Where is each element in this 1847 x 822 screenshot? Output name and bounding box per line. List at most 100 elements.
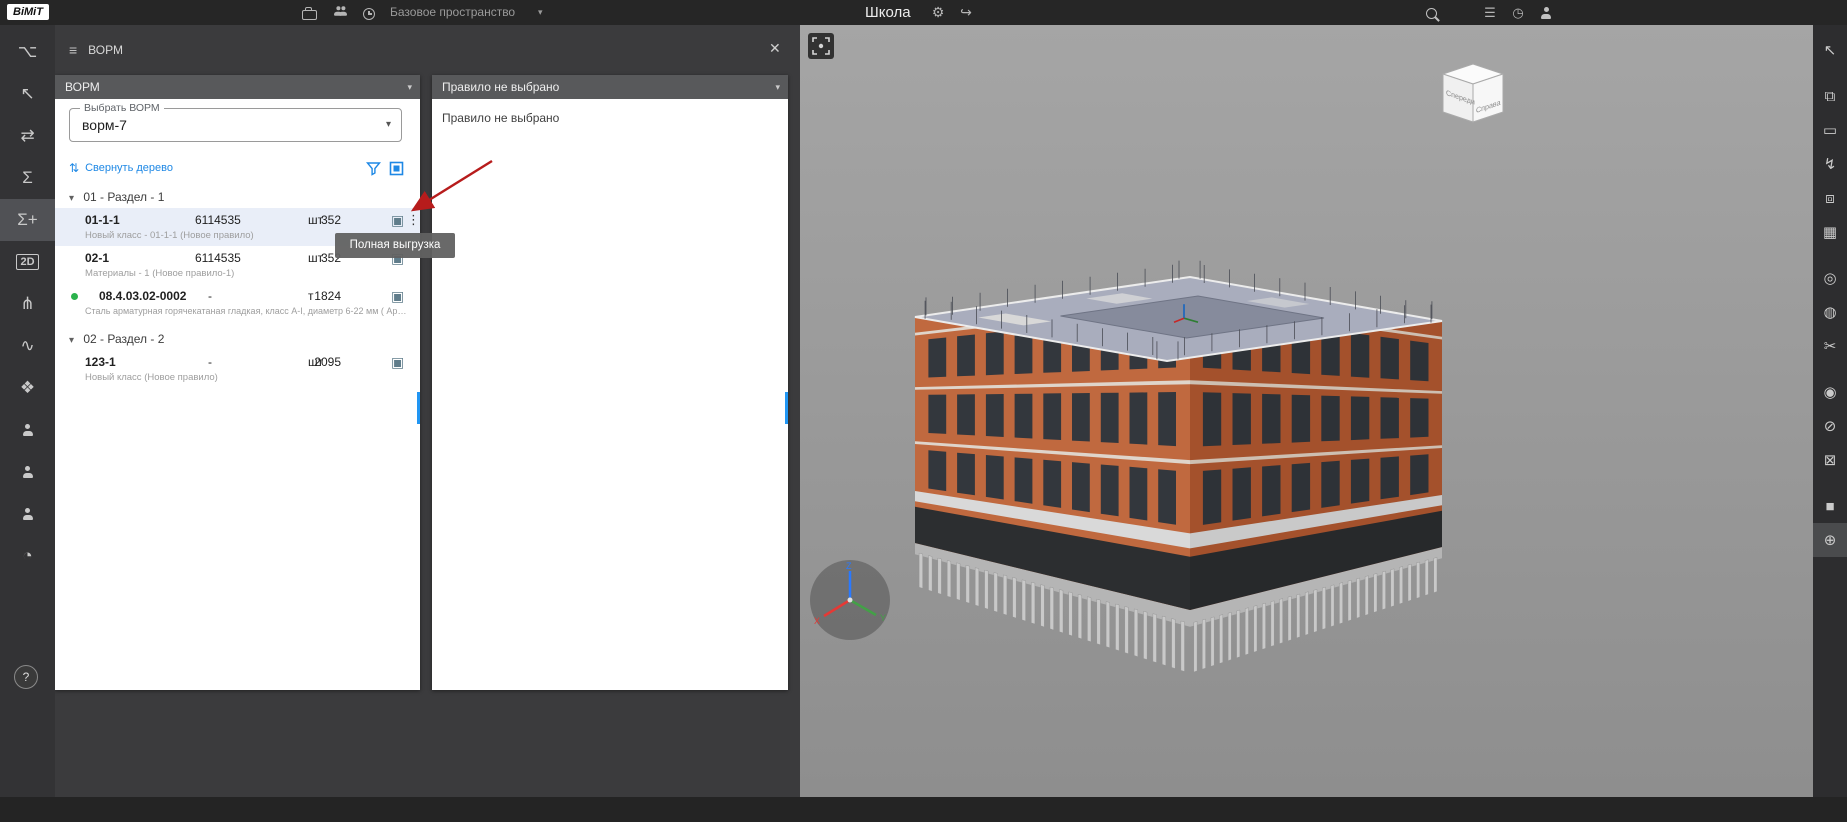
model-structure-icon: ⌥ [17, 42, 38, 61]
rule-panel-header-label: Правило не выбрано [442, 80, 560, 94]
select-all-icon[interactable] [389, 161, 404, 176]
axis-z-label: Z [846, 561, 852, 571]
tool-isolate[interactable]: ⊠ [1813, 443, 1847, 477]
takeoff-icon: Σ [22, 168, 33, 187]
tool-grids[interactable]: ▦ [1813, 215, 1847, 249]
axis-gizmo[interactable]: Z X Y [808, 558, 892, 642]
filter-icon[interactable] [366, 161, 381, 176]
group-chevron-icon: ▾ [69, 335, 75, 346]
tool-mask[interactable]: ◍ [1813, 295, 1847, 329]
workspace-selector[interactable]: Базовое пространство [390, 0, 515, 25]
orbit-icon: ⊕ [1823, 532, 1837, 549]
tool-shaded-view[interactable]: ■ [1813, 489, 1847, 523]
tool-hide[interactable]: ⊘ [1813, 409, 1847, 443]
display-modes-icon: ⧉ [1824, 87, 1836, 105]
row-code: 6114535 [195, 251, 241, 265]
takeoff-table-icon[interactable]: ▣ [391, 212, 404, 229]
worm-panel-header[interactable]: ВОРМ ▾ [55, 75, 420, 99]
user-location-icon [22, 508, 34, 520]
measure-icon: ▭ [1822, 122, 1838, 139]
tool-user-roles[interactable] [0, 451, 55, 493]
top-bar: BiMiT Базовое пространство ▾ Школа ⚙ ↪ ☰… [0, 0, 1847, 25]
tool-orbit[interactable]: ⊕ [1813, 523, 1847, 557]
tool-show[interactable]: ◉ [1813, 375, 1847, 409]
table-row[interactable]: 08.4.03.02-0002 - т 1824 ▣ Сталь арматур… [55, 284, 420, 328]
rule-panel-body: Правило не выбрано [442, 111, 560, 125]
tool-charts[interactable]: ∿ [0, 325, 55, 367]
account-icon[interactable] [1535, 0, 1557, 25]
table-row[interactable]: 123-1 - шт 2095 ▣ Новый класс (Новое пра… [55, 350, 420, 388]
row-qty: 352 [320, 213, 341, 227]
panel-chevron-icon: ▾ [407, 82, 412, 92]
panel-scroll-indicator[interactable] [417, 392, 420, 424]
help-button[interactable]: ? [14, 665, 38, 689]
group-label: 01 - Раздел - 1 [83, 190, 165, 204]
time-icon[interactable] [358, 0, 380, 25]
tree-group[interactable]: ▾ 01 - Раздел - 1 [55, 186, 420, 208]
search-icon[interactable] [1420, 0, 1442, 25]
row-code: - [208, 355, 212, 369]
worm-select[interactable]: Выбрать ВОРМ ворм-7 ▾ [69, 102, 402, 142]
collapse-tree-button[interactable]: ⇅ Свернуть дерево [69, 161, 173, 175]
hierarchy-icon: ⋔ [20, 294, 35, 313]
tool-section-box[interactable]: ⧈ [1813, 181, 1847, 215]
worm-select-value: ворм-7 [82, 117, 127, 133]
panel-chevron-icon: ▾ [775, 82, 780, 92]
row-qty: 2095 [314, 355, 341, 369]
takeoff-plus-icon: Σ+ [17, 210, 38, 229]
takeoff-table-icon[interactable]: ▣ [391, 288, 404, 305]
tool-model-structure[interactable]: ⌥ [0, 31, 55, 73]
takeoff-table-icon[interactable]: ▣ [391, 354, 404, 371]
show-icon: ◉ [1823, 384, 1837, 401]
view-cube[interactable]: Спереди Справа [1432, 55, 1514, 133]
panel-scroll-indicator[interactable] [785, 392, 788, 424]
rule-panel-header[interactable]: Правило не выбрано ▾ [432, 75, 788, 99]
tool-takeoff-plus[interactable]: Σ+ [0, 199, 55, 241]
window-title: ВОРМ [88, 43, 123, 57]
select-chevron-icon: ▾ [385, 119, 391, 130]
collapse-icon: ⇅ [69, 161, 80, 175]
projects-icon[interactable] [298, 0, 320, 25]
row-name: 02-1 [85, 251, 110, 265]
tree-group[interactable]: ▾ 02 - Раздел - 2 [55, 328, 420, 350]
axis-y-label: Y [880, 613, 886, 623]
tool-takeoff[interactable]: Σ [0, 157, 55, 199]
hide-icon: ⊘ [1823, 418, 1837, 435]
tool-plugins[interactable]: ❖ [0, 367, 55, 409]
focus-button[interactable] [808, 33, 834, 59]
tool-hierarchy[interactable]: ⋔ [0, 283, 55, 325]
tool-clash[interactable]: ↯ [1813, 147, 1847, 181]
tool-select-cursor[interactable]: ↖ [1813, 33, 1847, 67]
row-menu-icon[interactable]: ⋮ [407, 212, 420, 228]
share-icon[interactable]: ↪ [956, 0, 976, 25]
tool-links[interactable]: ⇄ [0, 115, 55, 157]
team-icon[interactable] [328, 0, 352, 25]
close-icon[interactable]: ✕ [769, 40, 781, 57]
tooltip: Полная выгрузка [335, 233, 455, 258]
settings-gear-icon[interactable]: ⚙ [928, 0, 948, 25]
worm-panel: ВОРМ ▾ Выбрать ВОРМ ворм-7 ▾ ⇅ Свернуть … [55, 75, 455, 690]
history-icon[interactable]: ◷ [1507, 0, 1529, 25]
rule-panel: Правило не выбрано ▾ Правило не выбрано [432, 75, 788, 690]
list-icon[interactable]: ☰ [1479, 0, 1501, 25]
tool-locate[interactable]: ◎ [1813, 261, 1847, 295]
tool-display-modes[interactable]: ⧉ [1813, 79, 1847, 113]
app-logo[interactable]: BiMiT [7, 4, 49, 20]
tool-dashboard[interactable]: ◔ [0, 535, 55, 577]
tool-user-location[interactable] [0, 493, 55, 535]
tool-section-cut[interactable]: ✂ [1813, 329, 1847, 363]
row-subtitle: Сталь арматурная горячекатаная гладкая, … [85, 306, 410, 316]
viewport-3d[interactable]: Спереди Справа Z X Y [800, 25, 1813, 797]
window-menu-icon[interactable]: ≡ [69, 42, 77, 58]
right-toolbar: ↖ ⧉ ▭ ↯ ⧈ ▦ ◎ ◍ ✂ ◉ ⊘ ⊠ ■ ⊕ [1813, 25, 1847, 797]
project-title: Школа [865, 4, 911, 21]
workspace-chevron-icon[interactable]: ▾ [538, 0, 543, 25]
tool-select-tool[interactable]: ↖ [0, 73, 55, 115]
dashboard-icon: ◔ [22, 546, 33, 565]
view-2d-icon: 2D [16, 254, 39, 270]
worm-panel-header-label: ВОРМ [65, 80, 100, 94]
tool-user[interactable] [0, 409, 55, 451]
group-chevron-icon: ▾ [69, 193, 75, 204]
tool-measure[interactable]: ▭ [1813, 113, 1847, 147]
tool-view-2d[interactable]: 2D [0, 241, 55, 283]
